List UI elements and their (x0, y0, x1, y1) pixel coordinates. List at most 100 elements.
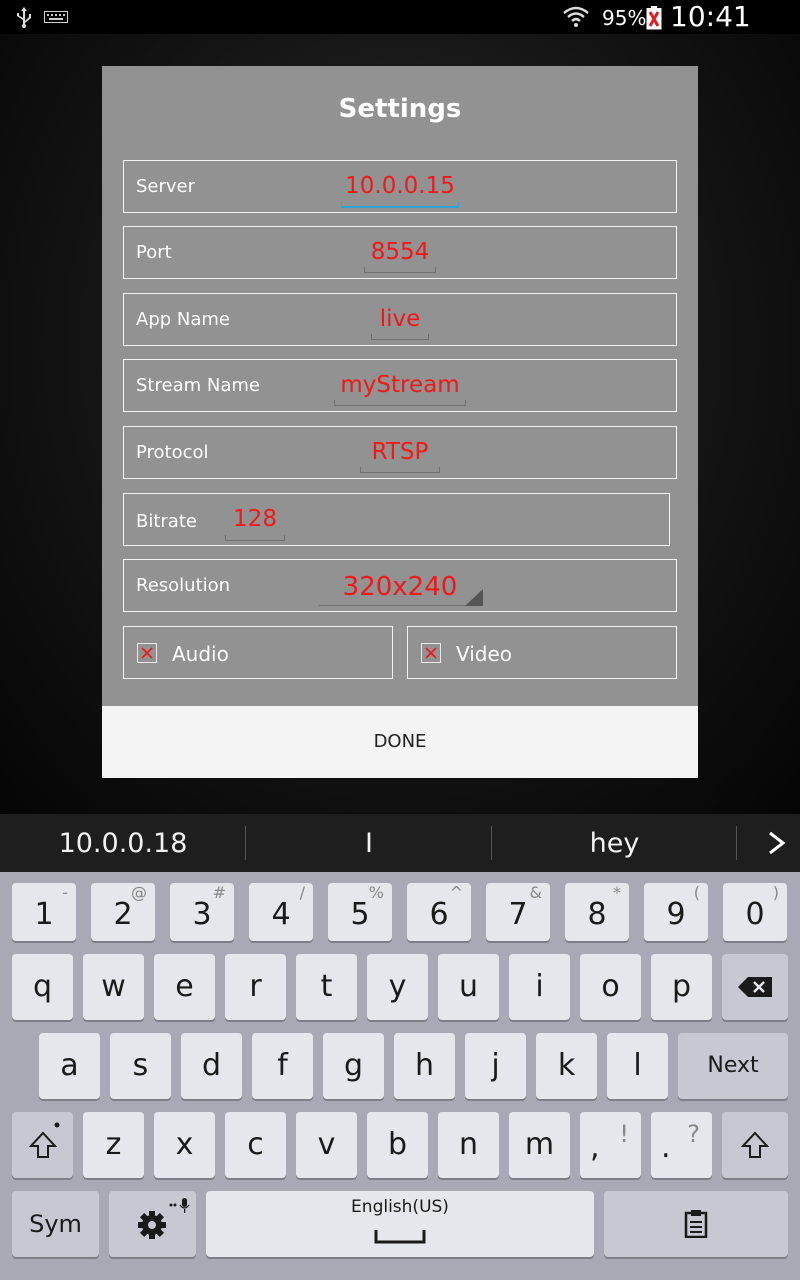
audio-checkbox-row[interactable]: Audio (123, 626, 393, 679)
key-u[interactable]: u (438, 954, 499, 1020)
key-h[interactable]: h (394, 1033, 455, 1099)
key-t[interactable]: t (296, 954, 357, 1020)
bitrate-input-underline (225, 535, 285, 541)
server-input-underline (341, 202, 459, 208)
port-row: Port 8554 (123, 226, 677, 279)
protocol-input[interactable]: RTSP (360, 439, 440, 465)
video-checkbox-row[interactable]: Video (407, 626, 677, 679)
battery-percent: 95% (602, 6, 647, 30)
stream-name-row: Stream Name myStream (123, 359, 677, 412)
key-3[interactable]: #3 (170, 883, 234, 941)
resolution-row: Resolution 320x240 (123, 559, 677, 612)
key-period[interactable]: ? . (651, 1112, 712, 1178)
backspace-icon (738, 977, 772, 997)
suggestion-3[interactable]: hey (492, 814, 737, 872)
key-o[interactable]: o (580, 954, 641, 1020)
key-7[interactable]: & 7 (486, 883, 550, 941)
app-name-input-underline (371, 334, 429, 340)
protocol-row: Protocol RTSP (123, 426, 677, 479)
key-2[interactable]: @2 (91, 883, 155, 941)
stream-name-input[interactable]: myStream (334, 372, 466, 398)
stream-name-label: Stream Name (136, 375, 260, 396)
key-1[interactable]: -1 (12, 883, 76, 941)
key-p[interactable]: p (651, 954, 712, 1020)
sym-key[interactable]: Sym (12, 1191, 99, 1257)
key-x[interactable]: x (154, 1112, 215, 1178)
suggestion-2[interactable]: I (246, 814, 492, 872)
checkmark-x-icon (425, 647, 437, 659)
key-l[interactable]: l (607, 1033, 668, 1099)
suggestion-bar: 10.0.0.18 I hey (0, 814, 800, 872)
key-r[interactable]: r (225, 954, 286, 1020)
bitrate-input[interactable]: 128 (225, 506, 285, 532)
chevron-right-icon[interactable] (766, 830, 788, 856)
key-6[interactable]: ^ 6 (407, 883, 471, 941)
dialog-title: Settings (338, 94, 462, 124)
next-key[interactable]: Next (678, 1033, 788, 1099)
keyboard-icon (44, 11, 68, 23)
stream-name-input-underline (334, 400, 466, 406)
battery-icon (646, 6, 662, 30)
key-0[interactable]: ) 0 (723, 883, 787, 941)
app-name-input[interactable]: live (371, 306, 429, 332)
audio-checkbox[interactable] (137, 643, 157, 663)
done-button[interactable]: DONE (102, 706, 698, 778)
clipboard-icon (684, 1210, 708, 1238)
key-d[interactable]: d (181, 1033, 242, 1099)
checkmark-x-icon (141, 647, 153, 659)
key-j[interactable]: j (465, 1033, 526, 1099)
dropdown-triangle-icon (465, 589, 483, 606)
key-b[interactable]: b (367, 1112, 428, 1178)
protocol-input-underline (360, 467, 440, 473)
status-bar: 95% 10:41 AM (0, 0, 800, 67)
backspace-key[interactable] (722, 954, 788, 1020)
key-i[interactable]: i (509, 954, 570, 1020)
key-n[interactable]: n (438, 1112, 499, 1178)
gear-icon (138, 1211, 166, 1239)
key-e[interactable]: e (154, 954, 215, 1020)
port-input[interactable]: 8554 (364, 239, 436, 265)
key-f[interactable]: f (252, 1033, 313, 1099)
protocol-label: Protocol (136, 442, 209, 463)
suggestion-divider (736, 826, 737, 860)
space-key[interactable]: English(US) (206, 1191, 594, 1257)
key-y[interactable]: y (367, 954, 428, 1020)
key-m[interactable]: m (509, 1112, 570, 1178)
key-comma[interactable]: ! , (580, 1112, 641, 1178)
shift-left-key[interactable] (12, 1112, 73, 1178)
shift-right-key[interactable] (722, 1112, 788, 1178)
key-a[interactable]: a (39, 1033, 100, 1099)
wifi-icon (563, 6, 589, 27)
video-label: Video (456, 642, 513, 666)
key-c[interactable]: c (225, 1112, 286, 1178)
server-row: Server 10.0.0.15 (123, 160, 677, 213)
key-v[interactable]: v (296, 1112, 357, 1178)
video-checkbox[interactable] (421, 643, 441, 663)
key-8[interactable]: * 8 (565, 883, 629, 941)
server-input[interactable]: 10.0.0.15 (341, 173, 459, 199)
key-9[interactable]: (9 (644, 883, 708, 941)
server-label: Server (136, 176, 196, 197)
key-s[interactable]: s (110, 1033, 171, 1099)
bitrate-label: Bitrate (136, 511, 197, 532)
key-z[interactable]: z (83, 1112, 144, 1178)
clipboard-key[interactable] (604, 1191, 788, 1257)
key-w[interactable]: w (83, 954, 144, 1020)
app-name-row: App Name live (123, 293, 677, 346)
shift-dot-icon (54, 1122, 60, 1128)
usb-icon (17, 7, 31, 28)
port-label: Port (136, 242, 172, 263)
key-q[interactable]: q (12, 954, 73, 1020)
key-5[interactable]: % 5 (328, 883, 392, 941)
key-g[interactable]: g (323, 1033, 384, 1099)
key-k[interactable]: k (536, 1033, 597, 1099)
suggestion-1[interactable]: 10.0.0.18 (0, 814, 246, 872)
settings-key[interactable] (109, 1191, 196, 1257)
bitrate-row: Bitrate 128 (123, 493, 670, 546)
resolution-spinner[interactable]: 320x240 (319, 572, 481, 602)
shift-icon (29, 1131, 57, 1158)
resolution-label: Resolution (136, 575, 231, 596)
app-name-label: App Name (136, 309, 230, 330)
microphone-icon (169, 1198, 190, 1213)
key-4[interactable]: /4 (249, 883, 313, 941)
